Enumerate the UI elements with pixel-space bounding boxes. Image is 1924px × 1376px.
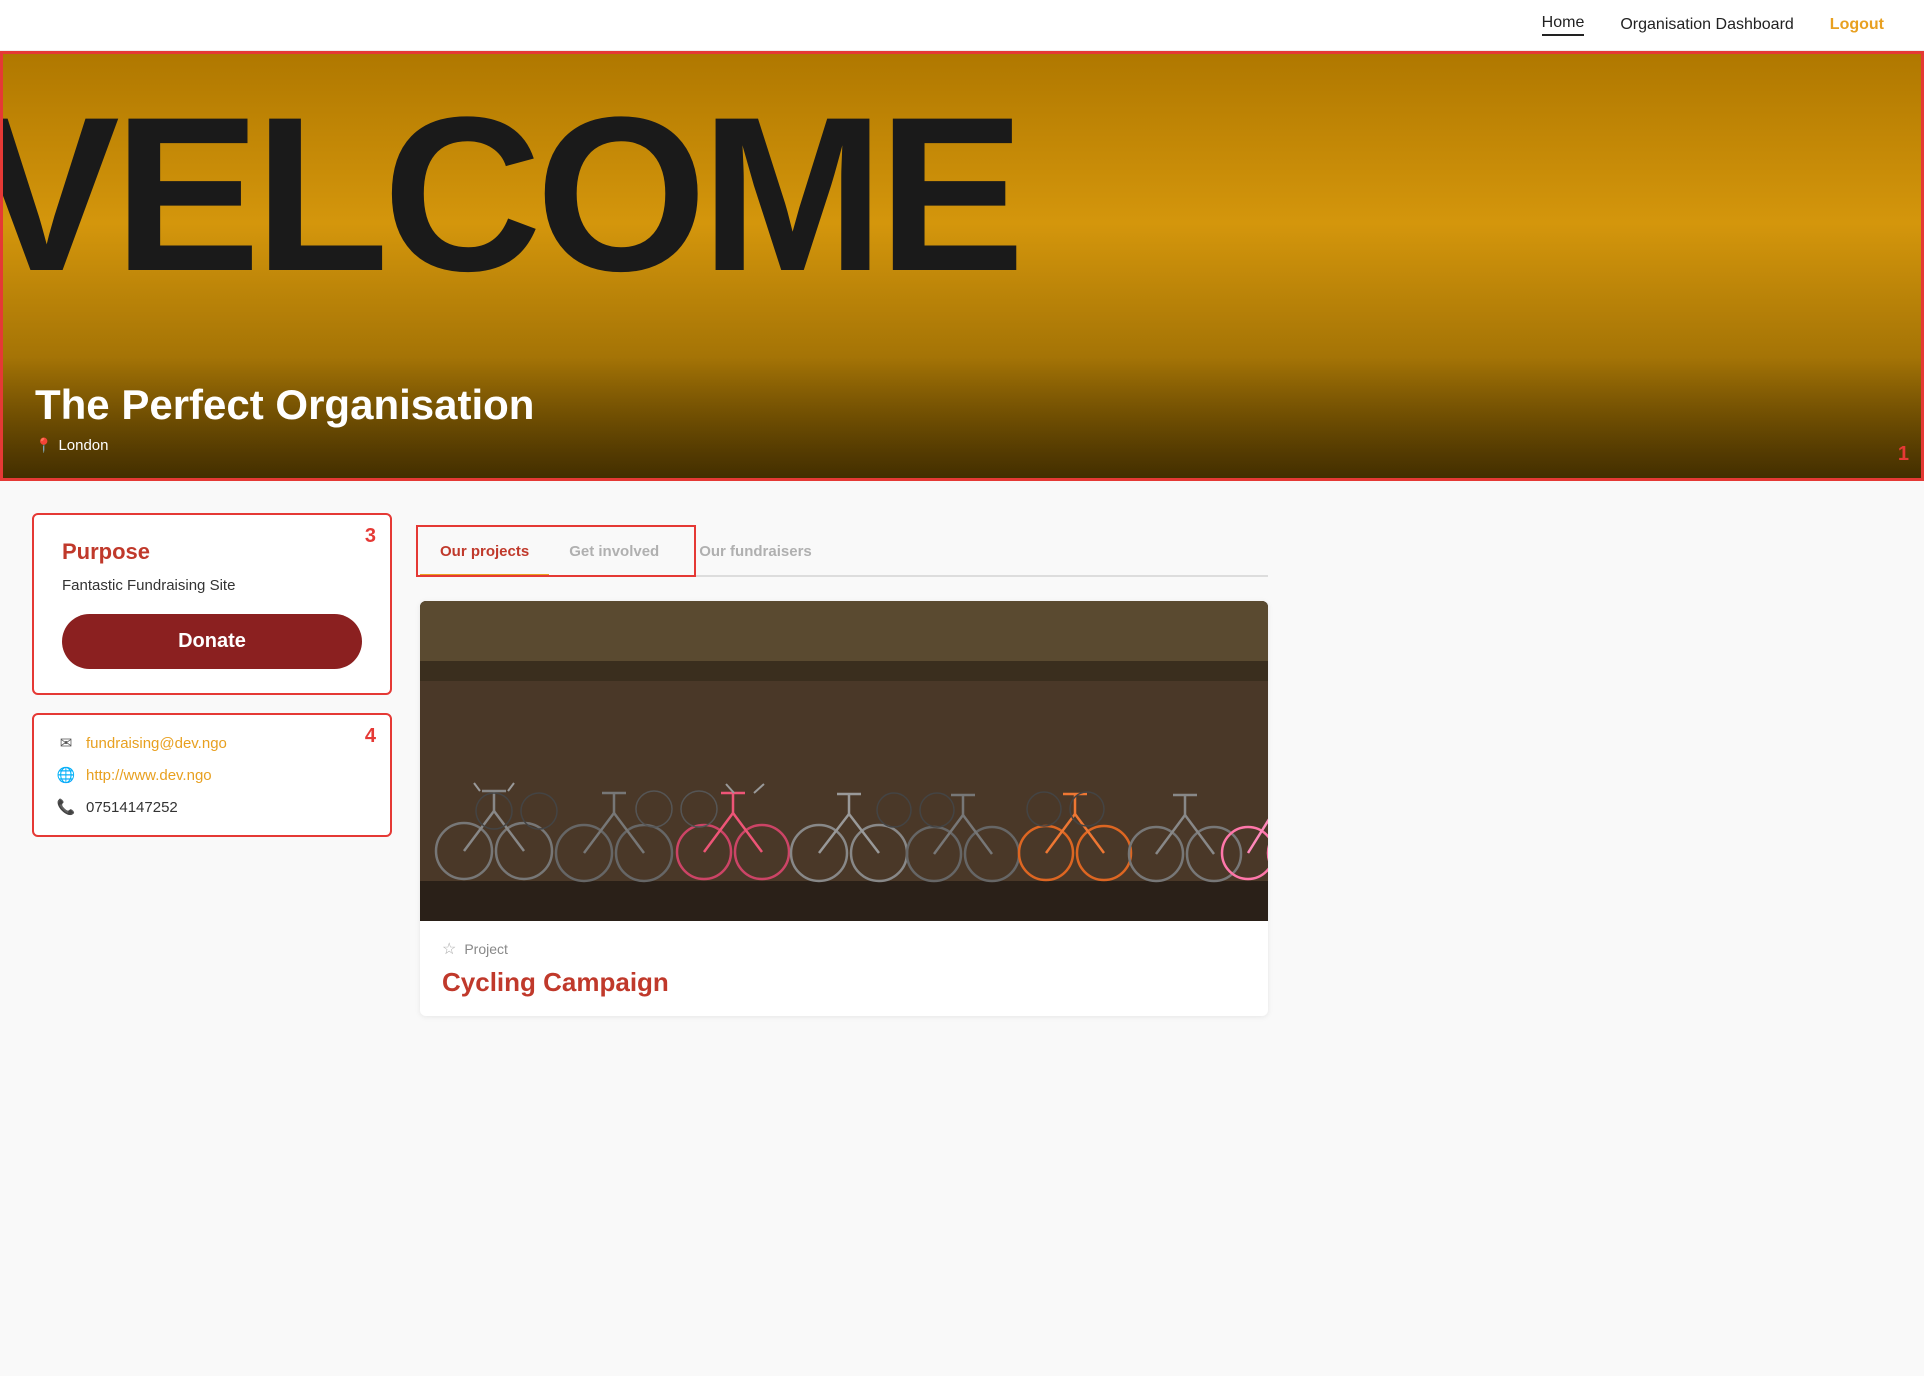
project-type-label: Project xyxy=(464,941,508,957)
nav-home[interactable]: Home xyxy=(1542,14,1585,36)
hero-banner: VELCOME The Perfect Organisation 📍 Londo… xyxy=(0,51,1924,481)
sidebar: 3 Purpose Fantastic Fundraising Site Don… xyxy=(32,513,392,1016)
project-meta: ☆ Project Cycling Campaign xyxy=(420,921,1268,1016)
hero-welcome-text: VELCOME xyxy=(3,84,1019,304)
globe-icon: 🌐 xyxy=(56,765,76,785)
purpose-card: 3 Purpose Fantastic Fundraising Site Don… xyxy=(32,513,392,695)
star-icon: ☆ xyxy=(442,939,456,959)
main-content: 3 Purpose Fantastic Fundraising Site Don… xyxy=(0,481,1300,1048)
contact-phone: 07514147252 xyxy=(86,799,178,816)
email-icon: ✉ xyxy=(56,733,76,753)
right-panel: 2 2 Our projects Get involved Our fundra… xyxy=(420,513,1268,1016)
contact-email-item: ✉ fundraising@dev.ngo xyxy=(56,733,368,753)
contact-email[interactable]: fundraising@dev.ngo xyxy=(86,735,227,752)
contact-phone-item: 📞 07514147252 xyxy=(56,797,368,817)
tab-our-fundraisers[interactable]: Our fundraisers xyxy=(679,529,832,577)
tab-our-projects[interactable]: Our projects xyxy=(420,529,549,577)
purpose-badge: 3 xyxy=(365,525,376,548)
contact-badge: 4 xyxy=(365,725,376,748)
donate-button[interactable]: Donate xyxy=(62,614,362,669)
project-card: ☆ Project Cycling Campaign xyxy=(420,601,1268,1016)
contact-card: 4 ✉ fundraising@dev.ngo 🌐 http://www.dev… xyxy=(32,713,392,837)
nav-dashboard[interactable]: Organisation Dashboard xyxy=(1620,16,1793,34)
tab-get-involved[interactable]: Get involved xyxy=(549,529,679,577)
navbar: Home Organisation Dashboard Logout xyxy=(0,0,1924,51)
project-name: Cycling Campaign xyxy=(442,967,1246,998)
phone-icon: 📞 xyxy=(56,797,76,817)
contact-website-item: 🌐 http://www.dev.ngo xyxy=(56,765,368,785)
contact-website[interactable]: http://www.dev.ngo xyxy=(86,767,212,784)
project-type: ☆ Project xyxy=(442,939,1246,959)
location-icon: 📍 xyxy=(35,437,52,454)
hero-location: 📍 London xyxy=(35,437,1889,454)
org-name: The Perfect Organisation xyxy=(35,381,1889,429)
nav-logout[interactable]: Logout xyxy=(1830,16,1884,34)
purpose-title: Purpose xyxy=(62,539,362,565)
project-image xyxy=(420,601,1268,921)
purpose-description: Fantastic Fundraising Site xyxy=(62,577,362,594)
tabs-bar: Our projects Get involved Our fundraiser… xyxy=(420,529,1268,577)
hero-overlay: The Perfect Organisation 📍 London xyxy=(3,357,1921,478)
location-text: London xyxy=(58,437,108,454)
hero-badge: 1 xyxy=(1898,443,1909,466)
